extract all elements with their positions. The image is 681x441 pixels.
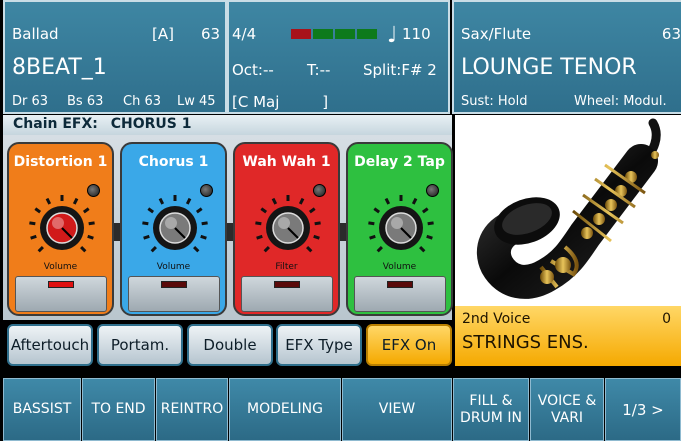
beat-3: [335, 29, 355, 39]
style-name: Ballad: [12, 25, 59, 43]
saxophone-image: [476, 118, 661, 299]
chord-volume: Ch 63: [123, 94, 161, 109]
aftertouch-label: Aftertouch: [10, 336, 90, 354]
softkey-label: TO END: [91, 401, 146, 418]
second-voice-label: 2nd Voice: [462, 311, 531, 327]
softkey-label: REINTRO: [160, 401, 224, 418]
portamento-label: Portam.: [110, 336, 170, 354]
softkey-reintro[interactable]: REINTRO: [156, 378, 228, 441]
variation-name: 8BEAT_1: [12, 55, 107, 80]
pedal-knob[interactable]: [140, 191, 210, 261]
time-signature: 4/4: [232, 25, 257, 43]
beat-2: [313, 29, 333, 39]
knob-icon: [255, 195, 321, 253]
pedal-name: Distortion 1: [13, 154, 108, 170]
octave-value: Oct:--: [232, 61, 274, 79]
beat-1: [291, 29, 311, 39]
pedal-knob[interactable]: [253, 191, 323, 261]
knob-icon: [142, 195, 208, 253]
beat-indicator: [291, 29, 377, 39]
chain-efx-title: Chain EFX: CHORUS 1: [3, 115, 452, 135]
softkey-bar: BASSIST TO END REINTRO MODELING VIEW FIL…: [0, 378, 681, 441]
pedal-footswitch[interactable]: [241, 276, 333, 312]
style-variation: [A]: [152, 25, 174, 43]
chain-efx-label: Chain EFX:: [13, 116, 98, 132]
aftertouch-button[interactable]: Aftertouch: [7, 324, 93, 366]
softkey-label: FILL & DRUM IN: [460, 392, 522, 426]
tempo-value: 110: [402, 25, 431, 43]
softkey-modeling[interactable]: MODELING: [229, 378, 341, 441]
pedal-footswitch[interactable]: [15, 276, 107, 312]
voice-image: [455, 115, 681, 306]
footswitch-led-icon: [274, 281, 300, 288]
pedal-knob-label: Filter: [275, 262, 298, 272]
pedal-knob-label: Volume: [382, 262, 417, 272]
double-label: Double: [203, 336, 257, 354]
voice-name: LOUNGE TENOR: [461, 55, 637, 80]
softkey-label: VIEW: [378, 401, 416, 418]
softkey-voice-vari[interactable]: VOICE & VARI: [530, 378, 604, 441]
knob-icon: [368, 195, 434, 253]
pedal-footswitch[interactable]: [128, 276, 220, 312]
softkey-next-page[interactable]: 1/3 >: [605, 378, 681, 441]
pedal-board: Distortion 1 Volume Chorus 1 Volume Wah Wah …: [3, 135, 453, 320]
pedal-name: Chorus 1: [138, 154, 209, 170]
pedal-name: Delay 2 Tap: [354, 154, 445, 170]
pedal-name: Wah Wah 1: [242, 154, 331, 170]
bass-volume: Bs 63: [67, 94, 104, 109]
knob-icon: [29, 195, 95, 253]
footswitch-led-icon: [161, 281, 187, 288]
quarter-note-icon: ♩: [387, 23, 398, 48]
chain-efx-value: CHORUS 1: [110, 116, 192, 132]
footswitch-led-icon: [48, 281, 74, 288]
pedal-knob-label: Volume: [156, 262, 191, 272]
efx-type-button[interactable]: EFX Type: [276, 324, 362, 366]
softkey-label: 1/3 >: [622, 400, 664, 419]
softkey-label: MODELING: [247, 401, 323, 418]
pedal-knob-label: Volume: [43, 262, 78, 272]
softkey-to-end[interactable]: TO END: [82, 378, 155, 441]
status-panel[interactable]: 4/4 ♩ 110 Oct:-- T:-- Split:F# 2 [C Maj …: [227, 0, 450, 114]
lower-volume: Lw 45: [177, 94, 216, 109]
efx-type-label: EFX Type: [285, 336, 353, 354]
voice-panel[interactable]: Sax/Flute 63 LOUNGE TENOR Sust: Hold Whe…: [452, 0, 681, 114]
pedal-distortion-1[interactable]: Distortion 1 Volume: [7, 142, 114, 316]
pedal-footswitch[interactable]: [354, 276, 446, 312]
double-button[interactable]: Double: [187, 324, 273, 366]
softkey-fill-drum-in[interactable]: FILL & DRUM IN: [453, 378, 529, 441]
softkey-label: BASSIST: [12, 401, 72, 418]
style-panel[interactable]: Ballad [A] 63 8BEAT_1 Dr 63 Bs 63 Ch 63 …: [3, 0, 227, 114]
portamento-button[interactable]: Portam.: [97, 324, 183, 366]
softkey-label: VOICE & VARI: [537, 392, 597, 426]
pedal-knob[interactable]: [366, 191, 436, 261]
softkey-view[interactable]: VIEW: [342, 378, 452, 441]
transpose-value: T:--: [307, 61, 331, 79]
pedal-knob[interactable]: [27, 191, 97, 261]
pedal-chorus-1[interactable]: Chorus 1 Volume: [120, 142, 227, 316]
second-voice-value: 0: [662, 311, 671, 327]
chord-display: [C Maj ]: [232, 93, 329, 111]
pedal-delay-2-tap[interactable]: Delay 2 Tap Volume: [346, 142, 453, 316]
wheel-mode: Wheel: Modul.: [574, 94, 667, 109]
pedal-wah-wah-1[interactable]: Wah Wah 1 Filter: [233, 142, 340, 316]
second-voice-name: STRINGS ENS.: [462, 332, 589, 353]
drum-volume: Dr 63: [12, 94, 49, 109]
efx-on-button[interactable]: EFX On: [366, 324, 452, 366]
voice-volume: 63: [661, 25, 681, 43]
second-voice-panel[interactable]: 2nd Voice 0 STRINGS ENS.: [455, 306, 681, 366]
voice-category: Sax/Flute: [461, 25, 532, 43]
efx-on-label: EFX On: [381, 336, 437, 354]
split-value: Split:F# 2: [363, 61, 437, 79]
footswitch-led-icon: [387, 281, 413, 288]
softkey-bassist[interactable]: BASSIST: [3, 378, 81, 441]
style-volume: 63: [201, 25, 221, 43]
beat-4: [357, 29, 377, 39]
sustain-mode: Sust: Hold: [461, 94, 528, 109]
